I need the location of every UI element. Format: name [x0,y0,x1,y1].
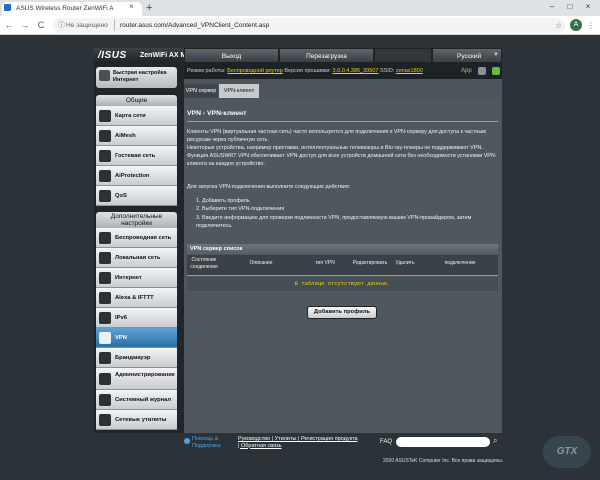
forward-button[interactable]: → [19,17,31,34]
asus-logo[interactable]: /ISUS [98,49,127,62]
info-icon[interactable]: ⓘ [58,18,65,33]
header-spacer [374,48,432,63]
copyright: 2020 ASUSTeK Computer Inc. Все права защ… [383,458,504,464]
help-icon [184,438,190,444]
tab-close-icon[interactable]: × [129,0,134,14]
search-icon[interactable]: ⌕ [493,436,497,446]
vpn-table-title: VPN сервер список [187,244,498,254]
mode-value[interactable]: Беспроводной роутер [227,68,283,74]
aimesh-icon [99,130,111,142]
column-header-connection: подключение [444,260,476,266]
lan-icon [99,252,111,264]
column-header-status: Состояние соединения [190,257,218,270]
status-bar: Режим работы: Беспроводной роутер Версия… [184,63,502,79]
firewall-icon [99,352,111,364]
app-link[interactable]: App [461,63,472,79]
globe-icon [99,272,111,284]
ipv6-icon [99,312,111,324]
description-paragraph: Некоторые устройства, например приставки… [187,145,483,151]
ssid-label: SSID: [379,68,395,74]
step-item: 2. Выберите тип VPN-подключения [196,206,285,212]
table-empty-message: В таблице отсутствуют данные. [187,277,498,291]
browser-menu-icon[interactable]: ⋮ [587,18,595,33]
advanced-section-title: Дополнительные настройки [96,212,177,228]
column-header-vpn-type: тип VPN [315,260,335,266]
security-label[interactable]: Не защищено [66,18,108,33]
faq-search-input[interactable] [396,437,490,447]
ssid-value[interactable]: zenax1800 [396,68,423,74]
general-section-title: Общие [96,95,177,106]
description-paragraph: Клиенты VPN (виртуальная частная сеть) ч… [187,129,486,143]
step-item: 1. Добавить профиль [196,198,250,204]
firmware-label: Версия прошивки: [284,68,331,74]
bookmark-star-icon[interactable]: ☆ [555,18,562,33]
mode-label: Режим работы: [187,68,226,74]
vpn-icon [99,332,111,344]
watermark-logo: GTX [543,436,591,468]
page-title: VPN - VPN-клиент [187,110,247,117]
network-tools-icon [99,414,111,426]
network-map-icon [99,110,111,122]
usb-status-icon[interactable] [478,67,486,75]
asus-favicon-icon [4,4,11,11]
url-text[interactable]: router.asus.com/Advanced_VPNClient_Conte… [120,18,269,33]
steps-intro: Для запуска VPN-подключения выполните сл… [187,184,351,190]
faq-label: FAQ [380,439,393,445]
browser-tab[interactable]: ASUS Wireless Router ZenWiFi A [2,2,142,16]
back-button[interactable]: ← [3,17,15,34]
reload-button[interactable]: C [35,17,47,34]
system-log-icon [99,394,111,406]
chevron-down-icon: ▼ [493,52,499,58]
help-support-link[interactable]: Помощь & Поддержка [192,436,234,449]
description-paragraph: Функция ASUSWRT VPN обеспечивает VPN-дос… [187,153,497,167]
column-header-edit: Редактировать [352,260,388,266]
wizard-icon [99,70,110,81]
administration-icon [99,373,111,385]
footer-links[interactable]: Руководство | Утилиты | Регистрация прод… [238,436,358,449]
add-profile-button[interactable]: Добавить профиль [307,306,377,319]
step-item: 3. Введите информацию для проверки подли… [196,215,472,229]
qos-icon [99,190,111,202]
language-select[interactable]: Русский [432,48,502,63]
window-close-button[interactable]: × [582,0,594,14]
network-status-icon[interactable] [492,67,500,75]
profile-avatar[interactable]: A [570,19,582,31]
guest-network-icon [99,150,111,162]
column-header-delete: Удалить [395,260,415,266]
reboot-button[interactable]: Перезагрузка [279,48,374,63]
wireless-icon [99,232,111,244]
title-divider [187,121,498,122]
url-divider [114,19,115,31]
tab-vpn-client[interactable]: VPN-клиент [219,84,259,98]
aiprotection-icon [99,170,111,182]
tab-vpn-server[interactable]: VPN сервер [184,84,218,98]
maximize-button[interactable]: □ [564,0,576,14]
column-header-description: Описание [249,260,273,266]
logout-button[interactable]: Выход [184,48,279,63]
new-tab-button[interactable]: + [146,1,152,15]
alexa-icon [99,292,111,304]
firmware-value[interactable]: 3.0.0.4.386_39507 [333,68,379,74]
minimize-button[interactable]: – [546,0,558,14]
